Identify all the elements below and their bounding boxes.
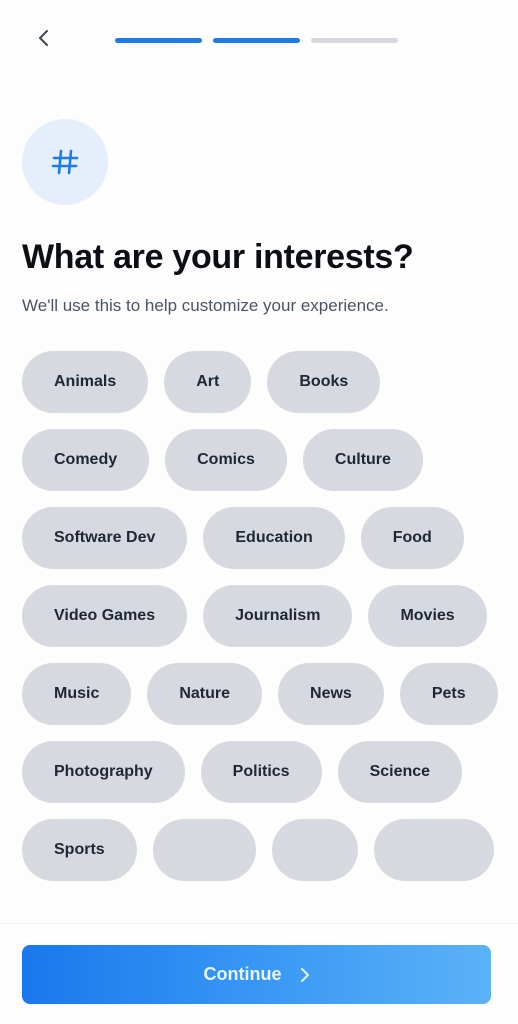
interest-chip[interactable]: Education: [203, 507, 345, 569]
back-button[interactable]: [30, 24, 58, 52]
interest-chip[interactable]: Movies: [368, 585, 487, 647]
continue-label: Continue: [203, 964, 282, 984]
interest-chip-partial[interactable]: [152, 819, 256, 881]
interest-chip[interactable]: Photography: [22, 741, 185, 803]
interest-chip[interactable]: Journalism: [203, 585, 353, 647]
interest-chip[interactable]: Video Games: [22, 585, 188, 647]
interest-chip[interactable]: Animals: [22, 351, 149, 413]
hashtag-icon: [51, 149, 79, 175]
footer: Continue: [0, 923, 518, 1024]
interest-chip[interactable]: Comedy: [22, 429, 150, 491]
interest-chip[interactable]: Comics: [165, 429, 287, 491]
page-title: What are your interests?: [22, 238, 414, 276]
hero-icon-badge: [22, 119, 108, 205]
continue-button[interactable]: Continue: [22, 945, 491, 1004]
interest-chip[interactable]: News: [278, 663, 384, 725]
interest-chip[interactable]: Culture: [302, 429, 423, 491]
chevron-right-icon: [300, 967, 309, 982]
interest-chip[interactable]: Software Dev: [22, 507, 188, 569]
interest-chip[interactable]: Nature: [147, 663, 263, 725]
progress-step-2: [213, 38, 300, 43]
top-bar: [0, 0, 518, 80]
interest-chip[interactable]: Pets: [399, 663, 498, 725]
interest-chip[interactable]: Sports: [22, 819, 137, 881]
interest-chip[interactable]: Music: [22, 663, 132, 725]
progress-step-3: [311, 38, 398, 43]
interest-chip[interactable]: Politics: [200, 741, 322, 803]
interest-chip-list: Animals Art Books Comedy Comics Culture …: [22, 351, 502, 923]
interest-chip[interactable]: Art: [164, 351, 252, 413]
interest-chip[interactable]: Food: [360, 507, 464, 569]
progress-step-1: [115, 38, 202, 43]
interest-chip-partial[interactable]: [271, 819, 358, 881]
interest-chip[interactable]: Science: [337, 741, 463, 803]
chevron-left-icon: [39, 30, 48, 46]
interest-chip-partial[interactable]: [373, 819, 494, 881]
page-subtitle: We'll use this to help customize your ex…: [22, 296, 389, 315]
interest-chip[interactable]: Books: [267, 351, 381, 413]
progress-indicator: [115, 38, 398, 43]
